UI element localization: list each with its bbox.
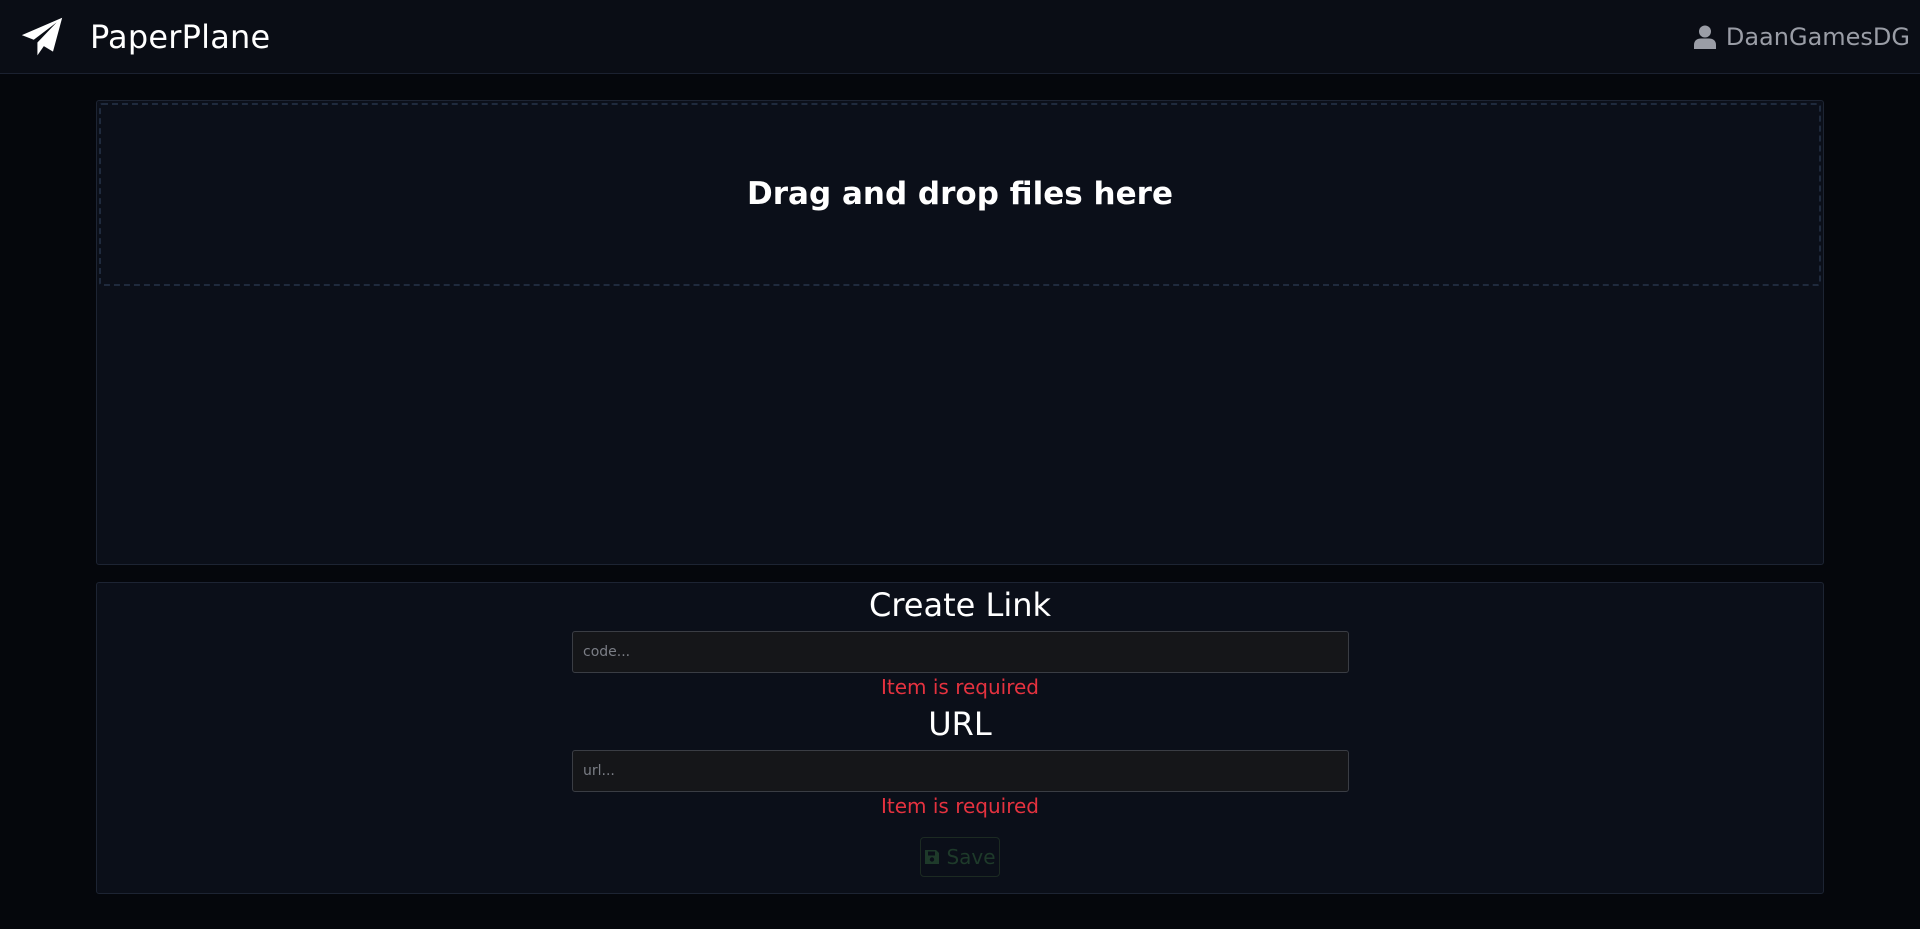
paper-plane-icon [21, 17, 63, 56]
brand-name: PaperPlane [90, 18, 271, 56]
user-menu[interactable]: DaanGamesDG [1693, 0, 1910, 74]
floppy-disk-icon [925, 850, 940, 864]
top-navbar: PaperPlane DaanGamesDG [0, 0, 1920, 74]
url-title: URL [928, 705, 992, 743]
save-button-label: Save [946, 845, 996, 869]
username: DaanGamesDG [1725, 23, 1910, 51]
brand[interactable]: PaperPlane [20, 0, 270, 74]
user-icon [1693, 25, 1716, 49]
drop-zone-text: Drag and drop files here [747, 175, 1173, 212]
code-error-message: Item is required [880, 675, 1040, 699]
url-error-message: Item is required [880, 794, 1040, 818]
upload-card: Drag and drop files here [96, 100, 1824, 565]
create-link-card: Create Link Item is required URL Item is… [96, 582, 1824, 894]
save-button[interactable]: Save [920, 837, 1000, 877]
create-link-title: Create Link [868, 586, 1052, 624]
code-input[interactable] [572, 631, 1349, 673]
url-input[interactable] [572, 750, 1349, 792]
file-drop-zone[interactable]: Drag and drop files here [99, 103, 1821, 286]
